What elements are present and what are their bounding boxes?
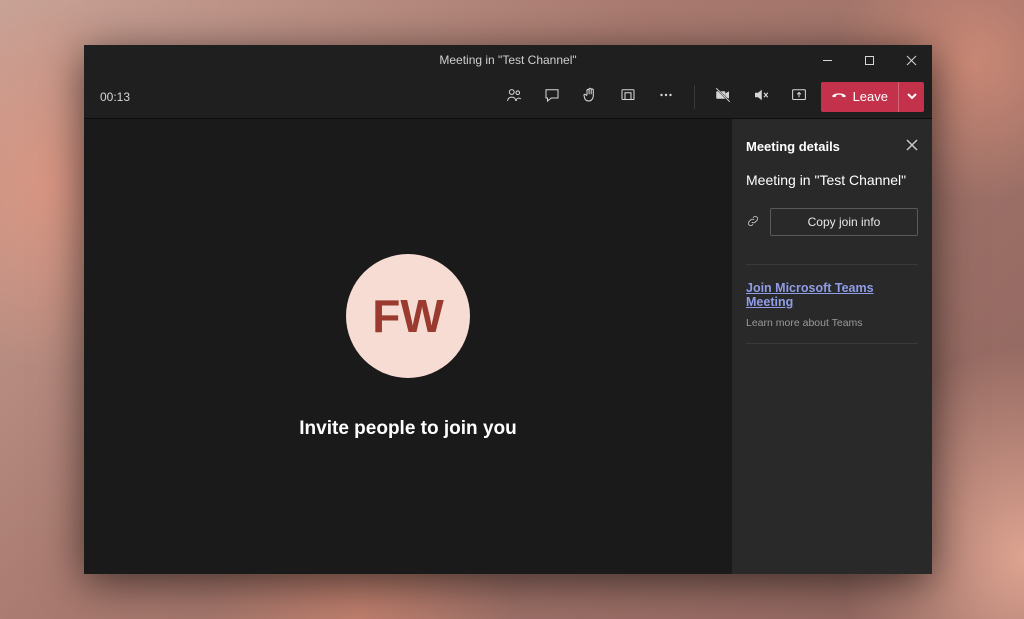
share-icon [790,86,808,107]
hand-icon [581,86,599,107]
avatar-initials: FW [372,289,444,343]
chevron-down-icon [907,89,917,104]
panel-header: Meeting details [746,139,918,154]
volume-button[interactable] [745,81,777,113]
window-controls [806,45,932,75]
join-teams-link[interactable]: Join Microsoft Teams Meeting [746,281,918,309]
invite-prompt: Invite people to join you [299,418,516,440]
panel-close-button[interactable] [906,139,918,154]
close-window-button[interactable] [890,45,932,75]
more-icon [657,86,675,107]
self-avatar: FW [346,254,470,378]
chat-icon [543,86,561,107]
leave-button[interactable]: Leave [821,82,924,112]
leave-button-main[interactable]: Leave [821,82,898,112]
panel-divider [746,264,918,265]
meeting-details-panel: Meeting details Meeting in "Test Channel… [732,119,932,574]
titlebar: Meeting in "Test Channel" [84,45,932,75]
participants-button[interactable] [498,81,530,113]
copy-join-info-button[interactable]: Copy join info [770,208,918,236]
panel-divider-2 [746,343,918,344]
meeting-body: FW Invite people to join you Meeting det… [84,119,932,574]
camera-toggle-button[interactable] [707,81,739,113]
meeting-window: Meeting in "Test Channel" 00:13 [84,45,932,574]
learn-more-link[interactable]: Learn more about Teams [746,317,918,329]
maximize-button[interactable] [848,45,890,75]
copy-join-label: Copy join info [808,215,881,229]
leave-label: Leave [853,89,888,104]
people-icon [505,86,523,107]
share-screen-button[interactable] [783,81,815,113]
raise-hand-button[interactable] [574,81,606,113]
more-actions-button[interactable] [650,81,682,113]
meeting-stage: FW Invite people to join you [84,119,732,574]
camera-off-icon [714,86,732,107]
speaker-icon [752,86,770,107]
close-icon [906,139,918,154]
link-icon [746,214,760,231]
rooms-icon [619,86,637,107]
copy-join-row: Copy join info [746,208,918,236]
leave-dropdown[interactable] [898,82,924,112]
minimize-button[interactable] [806,45,848,75]
meeting-toolbar: 00:13 [84,75,932,119]
meeting-name: Meeting in "Test Channel" [746,172,918,188]
hangup-icon [831,87,847,106]
window-title: Meeting in "Test Channel" [84,53,932,67]
panel-title: Meeting details [746,139,840,154]
toolbar-divider [694,85,695,109]
chat-button[interactable] [536,81,568,113]
meeting-timer: 00:13 [100,90,130,104]
rooms-button[interactable] [612,81,644,113]
